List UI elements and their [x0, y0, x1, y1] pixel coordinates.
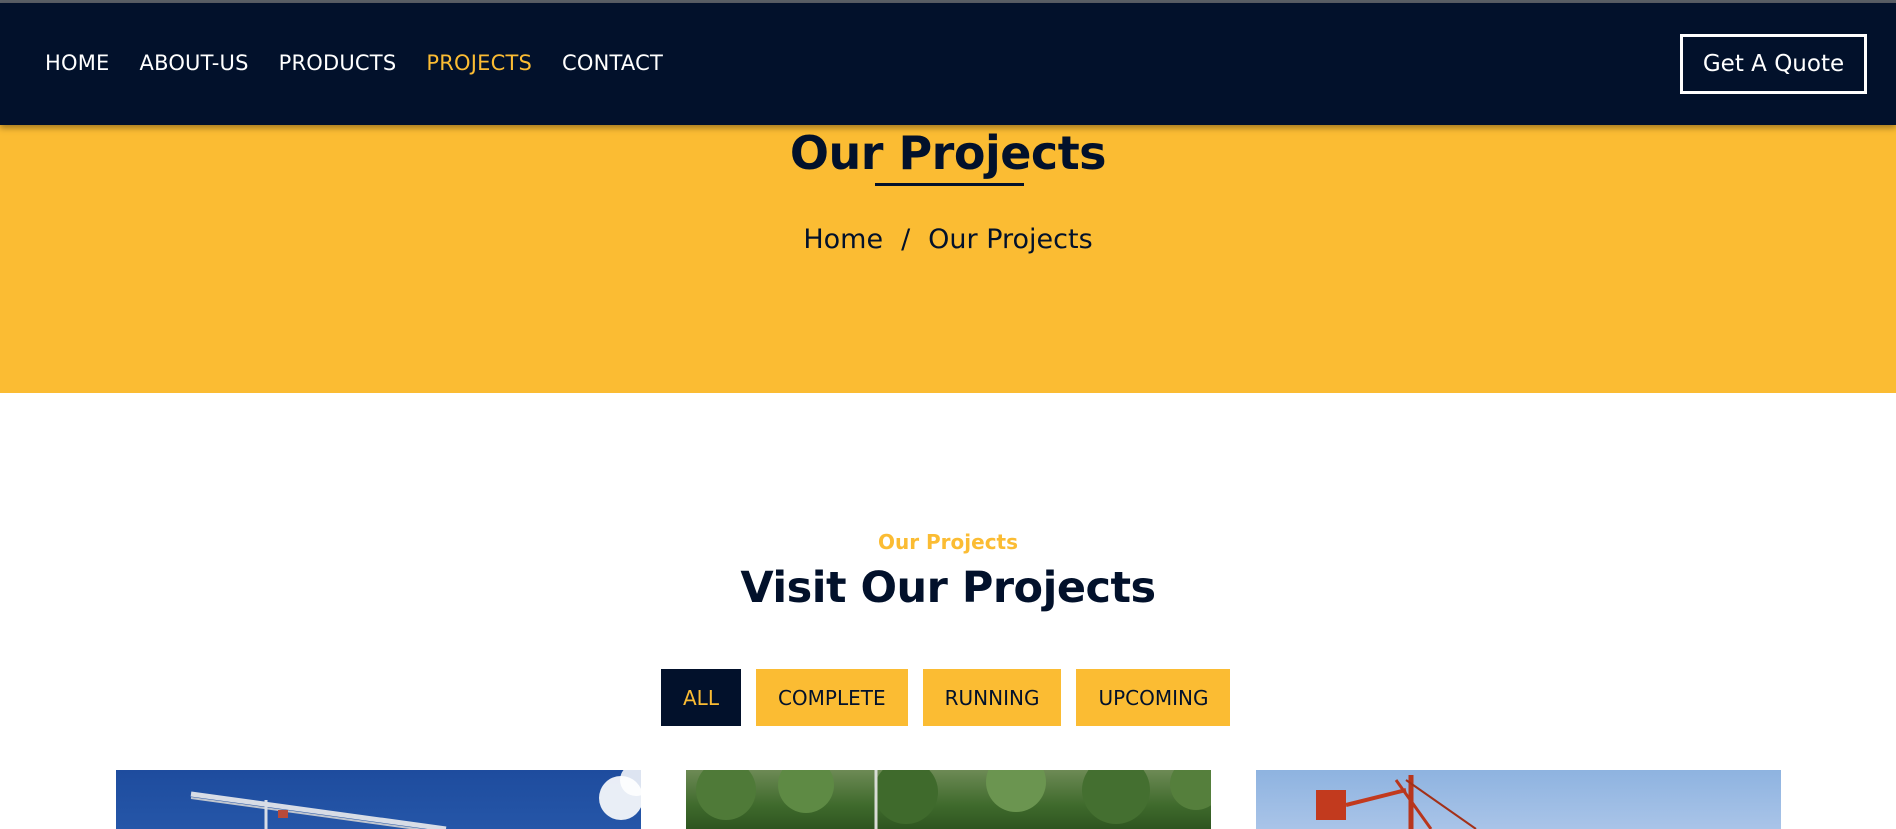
- breadcrumb-separator: /: [901, 224, 911, 255]
- red-crane-photo-icon: [1316, 775, 1477, 829]
- filter-upcoming-button[interactable]: UPCOMING: [1076, 669, 1231, 726]
- project-image-forest-site[interactable]: [686, 770, 1211, 829]
- forest-photo-icon: [696, 770, 1211, 829]
- filter-complete-button[interactable]: COMPLETE: [755, 669, 908, 726]
- breadcrumb-home-link[interactable]: Home: [803, 224, 883, 255]
- top-navbar: HOME ABOUT-US PRODUCTS PROJECTS CONTACT …: [0, 3, 1896, 125]
- page-hero-banner: Our Projects Home / Our Projects: [0, 125, 1896, 393]
- nav-link-home[interactable]: HOME: [45, 51, 110, 75]
- breadcrumb: Home / Our Projects: [0, 220, 1896, 260]
- filter-all-button[interactable]: ALL: [661, 669, 741, 726]
- main-nav: HOME ABOUT-US PRODUCTS PROJECTS CONTACT: [45, 51, 663, 75]
- nav-link-projects[interactable]: PROJECTS: [426, 51, 532, 75]
- crane-photo-icon: [190, 770, 641, 829]
- get-a-quote-button[interactable]: Get A Quote: [1680, 34, 1867, 94]
- section-title: Visit Our Projects: [740, 563, 1156, 613]
- project-filter-tabs: ALL COMPLETE RUNNING UPCOMING: [661, 669, 1231, 726]
- project-image-crane[interactable]: [116, 770, 641, 829]
- breadcrumb-current: Our Projects: [928, 224, 1093, 255]
- filter-running-button[interactable]: RUNNING: [922, 669, 1062, 726]
- page-title: Our Projects: [789, 126, 1107, 180]
- nav-link-about-us[interactable]: ABOUT-US: [140, 51, 249, 75]
- section-subtitle: Our Projects: [877, 530, 1019, 554]
- project-image-red-crane[interactable]: [1256, 770, 1781, 829]
- nav-link-contact[interactable]: CONTACT: [562, 51, 663, 75]
- nav-link-products[interactable]: PRODUCTS: [279, 51, 397, 75]
- title-underline: [875, 183, 1024, 186]
